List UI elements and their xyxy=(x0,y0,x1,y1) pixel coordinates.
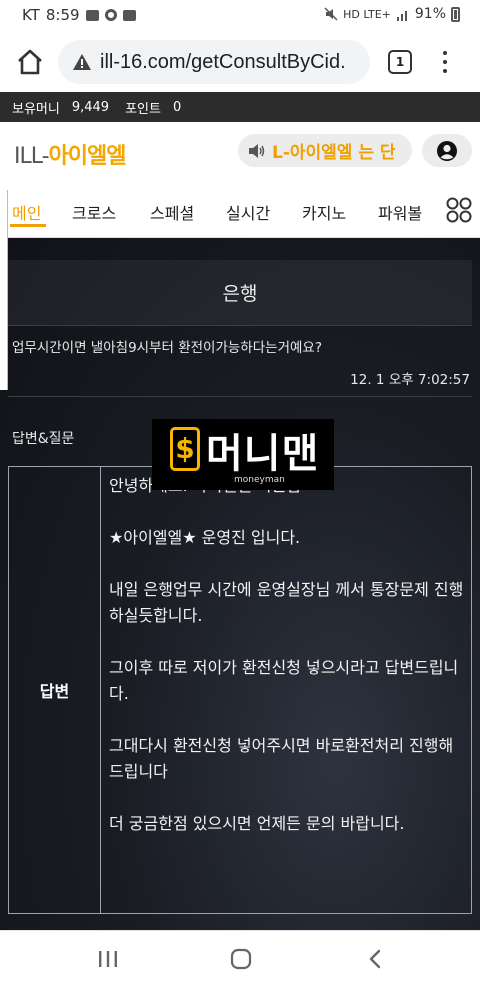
point-value: 0 xyxy=(172,99,182,115)
answer-body: 안녕하세요. 아이엘엘 회원님 ★아이엘엘★ 운영진 입니다. 내일 은행업무 … xyxy=(109,473,465,863)
notice-text: L-아이엘엘 는 단 xyxy=(272,143,396,163)
answer-paragraph: 더 궁금한점 있으시면 언제든 문의 바랍니다. xyxy=(109,814,405,833)
nav-item-special[interactable]: 스페셜 xyxy=(150,200,194,224)
nav-item-main[interactable]: 메인 xyxy=(12,200,41,224)
app-icon xyxy=(122,9,136,21)
mute-icon xyxy=(324,7,338,21)
image-icon xyxy=(85,9,99,21)
money-label: 보유머니 xyxy=(12,101,60,117)
answer-label: 답변 xyxy=(9,467,101,913)
money-value: 9,449 xyxy=(71,99,110,115)
nav-item-live[interactable]: 실시간 xyxy=(226,200,270,224)
nav-item-powerball[interactable]: 파워볼 xyxy=(378,200,422,224)
watermark-subtext: moneyman xyxy=(234,475,285,485)
main-nav: 메인 크로스 스페셜 실시간 카지노 파워볼 xyxy=(0,180,480,238)
carrier: KT xyxy=(22,6,40,24)
recent-apps-icon[interactable] xyxy=(96,948,120,970)
home-circle-icon[interactable] xyxy=(229,948,253,970)
site-logo[interactable]: ILL-아이엘엘 xyxy=(14,138,127,170)
answer-paragraph: 그대다시 환전신청 넣어주시면 바로환전처리 진행해드립니다 xyxy=(109,736,454,781)
answer-paragraph: ★아이엘엘★ 운영진 입니다. xyxy=(109,528,301,547)
answer-paragraph: 내일 은행업무 시간에 운영실장님 께서 통장문제 진행하실듯합니다. xyxy=(109,580,464,625)
moneyman-watermark: $ 머니맨 moneyman xyxy=(152,419,334,490)
back-icon[interactable] xyxy=(364,948,388,970)
user-button[interactable] xyxy=(422,134,472,167)
sync-icon xyxy=(104,9,117,21)
speaker-icon xyxy=(249,143,265,158)
divider xyxy=(8,396,472,397)
site-header: ILL-아이엘엘 L-아이엘엘 는 단 xyxy=(0,122,480,180)
battery-icon xyxy=(451,6,460,22)
active-tab-indicator xyxy=(10,224,46,227)
question-timestamp: 12. 1 오후 7:02:57 xyxy=(350,372,470,388)
question-text: 업무시간이면 낼아침9시부터 환전이가능하다는거예요? xyxy=(12,340,322,356)
edge-panel-handle[interactable] xyxy=(0,190,8,390)
signal-icon xyxy=(396,11,407,21)
address-bar[interactable]: ill-16.com/getConsultByCid. xyxy=(58,40,370,84)
tab-count: 1 xyxy=(395,55,405,69)
warning-icon[interactable] xyxy=(72,52,92,72)
point-label: 포인트 xyxy=(125,101,161,117)
section-label: 답변&질문 xyxy=(12,431,75,447)
clock: 8:59 xyxy=(45,6,80,24)
notice-ticker[interactable]: L-아이엘엘 는 단 xyxy=(238,134,412,167)
answer-table: 답변 안녕하세요. 아이엘엘 회원님 ★아이엘엘★ 운영진 입니다. 내일 은행… xyxy=(8,466,472,914)
user-icon xyxy=(437,140,457,161)
status-bar: KT 8:59 HD LTE+ 91% xyxy=(0,0,480,32)
tabs-icon[interactable]: 1 xyxy=(388,50,412,74)
url-text: ill-16.com/getConsultByCid. xyxy=(100,50,346,73)
account-bar: 보유머니 9,449 포인트 0 xyxy=(0,92,480,122)
battery-percent: 91% xyxy=(414,6,446,22)
system-nav-bar xyxy=(0,930,480,987)
grid-icon[interactable] xyxy=(446,197,472,223)
consult-detail: 은행 업무시간이면 낼아침9시부터 환전이가능하다는거예요? 12. 1 오후 … xyxy=(0,238,480,930)
nav-item-casino[interactable]: 카지노 xyxy=(302,200,346,224)
nav-item-cross[interactable]: 크로스 xyxy=(72,200,116,224)
browser-toolbar: ill-16.com/getConsultByCid. 1 xyxy=(0,32,480,92)
home-icon[interactable] xyxy=(14,46,46,78)
answer-paragraph: 그이후 따로 저이가 환전신청 넣으시라고 답변드립니다. xyxy=(109,658,459,703)
watermark-text: 머니맨 xyxy=(206,431,320,477)
category-title: 은행 xyxy=(8,260,472,326)
more-vert-icon[interactable] xyxy=(440,49,450,77)
dollar-icon: $ xyxy=(170,427,200,471)
network-type: HD LTE+ xyxy=(343,7,391,21)
